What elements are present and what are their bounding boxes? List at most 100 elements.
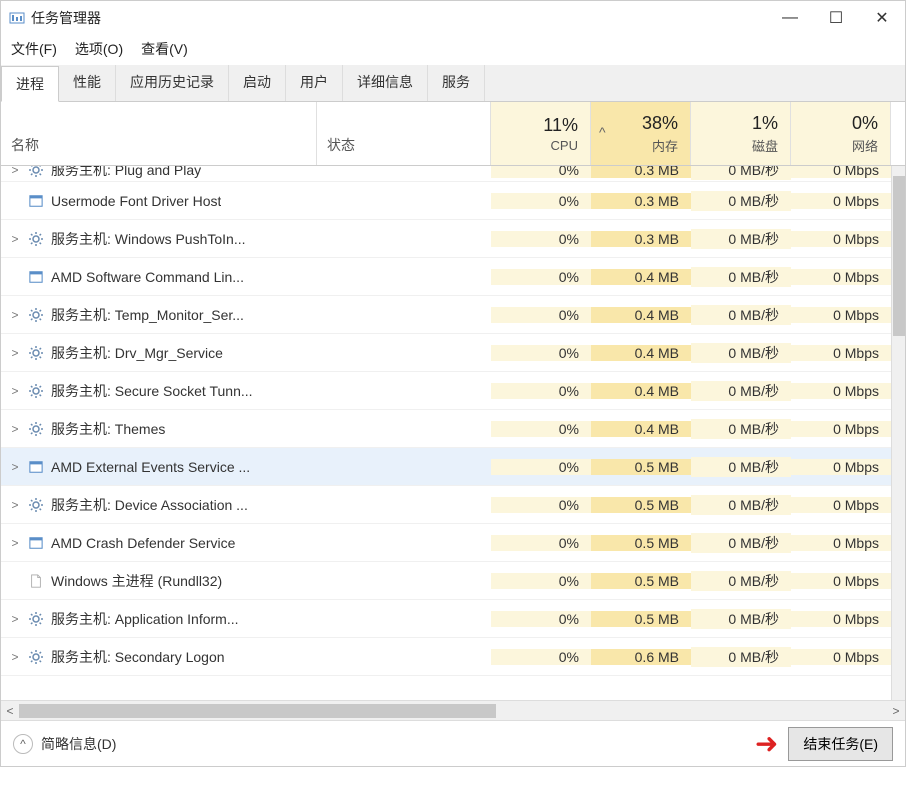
- cell-name: AMD Software Command Lin...: [1, 268, 317, 286]
- cell-memory: 0.4 MB: [591, 421, 691, 437]
- tab-performance[interactable]: 性能: [59, 65, 116, 101]
- table-row[interactable]: >服务主机: Themes0%0.4 MB0 MB/秒0 Mbps: [1, 410, 905, 448]
- cell-disk: 0 MB/秒: [691, 267, 791, 287]
- vertical-scrollbar[interactable]: [891, 166, 905, 700]
- cell-memory: 0.4 MB: [591, 269, 691, 285]
- column-header-memory[interactable]: ^ 38% 内存: [591, 102, 691, 165]
- table-row[interactable]: >服务主机: Device Association ...0%0.5 MB0 M…: [1, 486, 905, 524]
- cell-disk: 0 MB/秒: [691, 457, 791, 477]
- tab-app-history[interactable]: 应用历史记录: [116, 65, 229, 101]
- horizontal-scrollbar-track[interactable]: [19, 704, 887, 718]
- cell-network: 0 Mbps: [791, 231, 891, 247]
- gear-icon: [27, 306, 45, 324]
- tab-processes[interactable]: 进程: [1, 66, 59, 102]
- cell-memory: 0.5 MB: [591, 611, 691, 627]
- tab-startup[interactable]: 启动: [229, 65, 286, 101]
- expand-icon[interactable]: >: [7, 346, 23, 360]
- gear-icon: [27, 496, 45, 514]
- table-row[interactable]: >服务主机: Windows PushToIn...0%0.3 MB0 MB/秒…: [1, 220, 905, 258]
- chevron-up-icon[interactable]: ^: [13, 734, 33, 754]
- cell-memory: 0.5 MB: [591, 535, 691, 551]
- expand-icon[interactable]: >: [7, 650, 23, 664]
- gear-icon: [27, 344, 45, 362]
- end-task-button[interactable]: 结束任务(E): [788, 727, 893, 761]
- cell-network: 0 Mbps: [791, 573, 891, 589]
- expand-icon[interactable]: >: [7, 498, 23, 512]
- table-row[interactable]: Windows 主进程 (Rundll32)0%0.5 MB0 MB/秒0 Mb…: [1, 562, 905, 600]
- cell-name: >AMD External Events Service ...: [1, 458, 317, 476]
- expand-icon[interactable]: >: [7, 422, 23, 436]
- app-icon: [27, 268, 45, 286]
- cell-network: 0 Mbps: [791, 383, 891, 399]
- tab-details[interactable]: 详细信息: [343, 65, 428, 101]
- titlebar: 任务管理器 — ☐ ✕: [1, 1, 905, 35]
- expand-icon[interactable]: >: [7, 308, 23, 322]
- sort-ascending-icon: ^: [599, 124, 606, 140]
- table-row[interactable]: >AMD Crash Defender Service0%0.5 MB0 MB/…: [1, 524, 905, 562]
- expand-icon[interactable]: >: [7, 612, 23, 626]
- vertical-scrollbar-thumb[interactable]: [893, 176, 905, 336]
- cell-name: > 服务主机: Drv_Mgr_Service: [1, 343, 317, 363]
- expand-icon[interactable]: >: [7, 232, 23, 246]
- cell-cpu: 0%: [491, 345, 591, 361]
- process-name: 服务主机: Temp_Monitor_Ser...: [51, 305, 244, 325]
- scroll-left-icon[interactable]: <: [1, 704, 19, 718]
- footer-left: ^ 简略信息(D): [13, 734, 755, 754]
- expand-icon[interactable]: >: [7, 536, 23, 550]
- table-row[interactable]: >服务主机: Plug and Play0%0.3 MB0 MB/秒0 Mbps: [1, 166, 905, 182]
- table-row[interactable]: >服务主机: Temp_Monitor_Ser...0%0.4 MB0 MB/秒…: [1, 296, 905, 334]
- cell-disk: 0 MB/秒: [691, 571, 791, 591]
- cell-memory: 0.5 MB: [591, 459, 691, 475]
- column-header-disk[interactable]: 1% 磁盘: [691, 102, 791, 165]
- cell-name: >AMD Crash Defender Service: [1, 534, 317, 552]
- cell-disk: 0 MB/秒: [691, 647, 791, 667]
- cell-cpu: 0%: [491, 611, 591, 627]
- window-title: 任务管理器: [31, 8, 767, 28]
- cell-network: 0 Mbps: [791, 345, 891, 361]
- process-name: 服务主机: Themes: [51, 419, 165, 439]
- cell-cpu: 0%: [491, 535, 591, 551]
- process-name: 服务主机: Drv_Mgr_Service: [51, 343, 223, 363]
- column-header-name[interactable]: 名称: [1, 102, 317, 165]
- fewer-details-link[interactable]: 简略信息(D): [41, 734, 116, 754]
- cell-memory: 0.6 MB: [591, 649, 691, 665]
- cell-name: >服务主机: Secure Socket Tunn...: [1, 381, 317, 401]
- table-header: 名称 状态 11% CPU ^ 38% 内存 1% 磁盘 0% 网络: [1, 102, 905, 166]
- expand-icon[interactable]: >: [7, 166, 23, 177]
- app-icon: [27, 534, 45, 552]
- memory-label: 内存: [652, 136, 678, 155]
- footer: ^ 简略信息(D) ➜ 结束任务(E): [1, 720, 905, 766]
- table-row[interactable]: >服务主机: Drv_Mgr_Service0%0.4 MB0 MB/秒0 Mb…: [1, 334, 905, 372]
- cell-name: > 服务主机: Plug and Play: [1, 166, 317, 180]
- menu-file[interactable]: 文件(F): [11, 39, 57, 59]
- expand-icon[interactable]: >: [7, 384, 23, 398]
- column-header-status[interactable]: 状态: [317, 102, 491, 165]
- expand-icon[interactable]: >: [7, 460, 23, 474]
- horizontal-scrollbar[interactable]: < >: [1, 700, 905, 720]
- close-button[interactable]: ✕: [859, 3, 905, 33]
- table-row[interactable]: >AMD External Events Service ...0%0.5 MB…: [1, 448, 905, 486]
- table-row[interactable]: >服务主机: Secure Socket Tunn...0%0.4 MB0 MB…: [1, 372, 905, 410]
- minimize-button[interactable]: —: [767, 3, 813, 33]
- tab-services[interactable]: 服务: [428, 65, 485, 101]
- tab-users[interactable]: 用户: [286, 65, 343, 101]
- scroll-right-icon[interactable]: >: [887, 704, 905, 718]
- horizontal-scrollbar-thumb[interactable]: [19, 704, 496, 718]
- menu-view[interactable]: 查看(V): [141, 39, 188, 59]
- table-row[interactable]: >服务主机: Secondary Logon0%0.6 MB0 MB/秒0 Mb…: [1, 638, 905, 676]
- menu-options[interactable]: 选项(O): [75, 39, 123, 59]
- cell-network: 0 Mbps: [791, 535, 891, 551]
- tabs: 进程 性能 应用历史记录 启动 用户 详细信息 服务: [1, 65, 905, 102]
- table-row[interactable]: Usermode Font Driver Host0%0.3 MB0 MB/秒0…: [1, 182, 905, 220]
- cell-disk: 0 MB/秒: [691, 166, 791, 180]
- cell-disk: 0 MB/秒: [691, 495, 791, 515]
- column-header-network[interactable]: 0% 网络: [791, 102, 891, 165]
- cell-memory: 0.5 MB: [591, 497, 691, 513]
- gear-icon: [27, 382, 45, 400]
- column-header-cpu[interactable]: 11% CPU: [491, 102, 591, 165]
- table-row[interactable]: >服务主机: Application Inform...0%0.5 MB0 MB…: [1, 600, 905, 638]
- cpu-label: CPU: [551, 138, 578, 153]
- table-row[interactable]: AMD Software Command Lin...0%0.4 MB0 MB/…: [1, 258, 905, 296]
- maximize-button[interactable]: ☐: [813, 3, 859, 33]
- process-name: 服务主机: Plug and Play: [51, 166, 201, 180]
